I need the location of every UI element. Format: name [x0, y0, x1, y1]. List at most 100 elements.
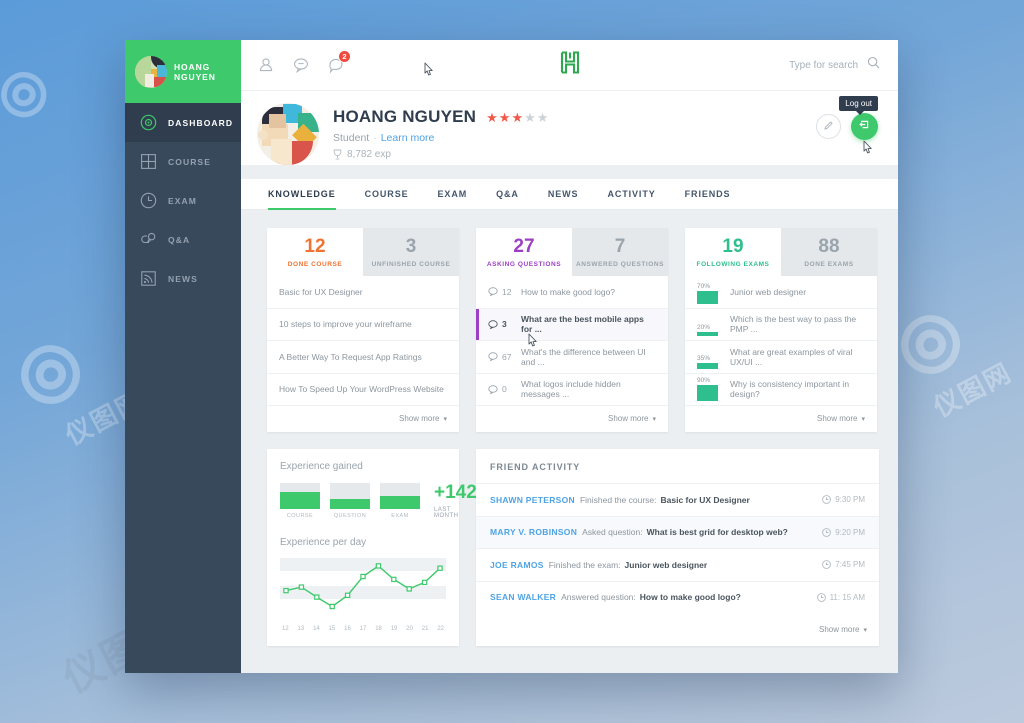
tab-exam[interactable]: EXAM [438, 179, 468, 210]
tab-news[interactable]: NEWS [548, 179, 579, 210]
list-item[interactable]: 12 How to make good logo? [476, 276, 668, 309]
progress-bar [697, 290, 718, 304]
list-item[interactable]: How To Speed Up Your WordPress Website [267, 374, 459, 406]
search-icon[interactable] [867, 56, 880, 74]
sidebar-brand[interactable]: HOANG NGUYEN [125, 40, 241, 103]
tab-activity[interactable]: ACTIVITY [607, 179, 655, 210]
sidebar-item-dashboard[interactable]: DASHBOARD [125, 103, 241, 142]
logout-button[interactable] [851, 113, 878, 140]
friend-activity-show-more-button[interactable]: Show more ▾ [476, 613, 879, 646]
list-item[interactable]: Basic for UX Designer [267, 276, 459, 309]
tab-following-exams[interactable]: 19 FOLLOWING EXAMS [685, 228, 781, 276]
separator: · [373, 132, 377, 144]
table-row[interactable]: MARY V. ROBINSON Asked question: What is… [424, 62, 879, 548]
experience-line-chart: 12 13 14 15 16 17 18 19 20 21 22 [280, 556, 446, 632]
list-item[interactable]: 10 steps to improve your wireframe [267, 309, 459, 341]
show-more-label: Show more [817, 414, 858, 423]
chat-bubbles-icon [140, 231, 157, 248]
question-title: How to make good logo? [521, 286, 616, 297]
list-item[interactable]: A Better Way To Request App Ratings [267, 341, 459, 374]
edit-profile-button[interactable] [816, 114, 841, 139]
question-show-more-button[interactable]: Show more ▾ [476, 406, 668, 432]
sidebar-item-label: NEWS [168, 273, 198, 284]
sidebar-item-news[interactable]: NEWS [125, 259, 241, 298]
list-item[interactable]: 70% Junior web designer [685, 276, 877, 309]
sidebar: HOANG NGUYEN DASHBOARD COURSE EXAM Q&A N… [125, 40, 241, 673]
activity-object: What is best grid for desktop web? [646, 527, 788, 538]
list-item[interactable]: 0 What logos include hidden messages ... [476, 374, 668, 406]
chevron-down-icon: ▾ [652, 416, 656, 423]
dashboard-icon [140, 114, 157, 131]
activity-user[interactable]: JOE RAMOS [490, 560, 544, 570]
tab-unfinished-course[interactable]: 3 UNFINISHED COURSE [363, 228, 459, 276]
tab-asking-questions[interactable]: 27 ASKING QUESTIONS [476, 228, 572, 276]
question-count: 0 [488, 384, 521, 395]
clock-icon [822, 495, 832, 505]
bar-label: QUESTION [333, 513, 367, 519]
course-show-more-button[interactable]: Show more ▾ [267, 406, 459, 432]
chevron-down-icon: ▾ [861, 416, 865, 423]
question-card: 27 ASKING QUESTIONS 7 ANSWERED QUESTIONS [476, 228, 668, 432]
search-box[interactable] [738, 56, 880, 74]
activity-time: 9:30 PM [822, 495, 865, 504]
sidebar-item-course[interactable]: COURSE [125, 142, 241, 181]
rating-stars[interactable]: ★ ★ ★ ★ ★ [486, 111, 548, 124]
exam-list: 70% Junior web designer 20% Which is the… [685, 276, 877, 406]
list-item[interactable]: 3 What are the best mobile apps for ... [476, 308, 668, 346]
exam-progress: 35% [697, 341, 730, 373]
tab-knowledge[interactable]: KNOWLEDGE [268, 179, 336, 210]
trophy-icon [333, 149, 342, 160]
activity-user[interactable]: SHAWN PETERSON [490, 495, 575, 505]
course-title: A Better Way To Request App Ratings [279, 351, 422, 362]
learn-more-link[interactable]: Learn more [381, 132, 435, 144]
activity-object: How to make good logo? [639, 592, 741, 603]
course-title: Basic for UX Designer [279, 286, 363, 297]
progress-bar [697, 362, 718, 369]
profile-actions: Log out [816, 96, 878, 154]
sidebar-item-qa[interactable]: Q&A [125, 220, 241, 259]
activity-object: Basic for UX Designer [660, 494, 750, 505]
list-item[interactable]: 20% Which is the best way to pass the PM… [685, 309, 877, 341]
question-title: What logos include hidden messages ... [521, 379, 621, 400]
activity-action: Asked question: [582, 527, 643, 538]
tab-course[interactable]: COURSE [365, 179, 409, 210]
tab-friends[interactable]: FRIENDS [685, 179, 731, 210]
tab-done-course[interactable]: 12 DONE COURSE [267, 228, 363, 276]
course-list: Basic for UX Designer 10 steps to improv… [267, 276, 459, 406]
activity-action: Finished the course: [579, 494, 657, 505]
list-item[interactable]: 35% What are great examples of viral UX/… [685, 341, 877, 374]
bar-track [330, 483, 370, 509]
profile-role: Student [333, 132, 370, 144]
tab-answered-questions[interactable]: 7 ANSWERED QUESTIONS [572, 228, 668, 276]
answered-questions-count: 7 [614, 236, 626, 257]
table-row[interactable]: JOE RAMOS Finished the exam: Junior web … [476, 548, 879, 581]
x-tick: 16 [344, 626, 351, 632]
message-icon[interactable] [292, 56, 310, 74]
search-input[interactable] [738, 59, 858, 71]
tab-done-exams[interactable]: 88 DONE EXAMS [781, 228, 877, 276]
list-item[interactable]: 90% Why is consistency important in desi… [685, 374, 877, 406]
activity-action: Finished the exam: [548, 559, 621, 570]
table-row[interactable]: SEAN WALKER Answered question: How to ma… [476, 580, 879, 614]
course-card: 12 DONE COURSE 3 UNFINISHED COURSE Basic… [267, 228, 459, 432]
activity-action: Answered question: [561, 592, 636, 603]
sidebar-item-exam[interactable]: EXAM [125, 181, 241, 220]
activity-user[interactable]: SEAN WALKER [490, 592, 556, 602]
following-exams-count: 19 [722, 236, 744, 257]
question-count-value: 3 [502, 319, 507, 330]
tab-qa[interactable]: Q&A [496, 179, 519, 210]
table-row[interactable]: SHAWN PETERSON Finished the course: Basi… [476, 483, 879, 516]
notification-badge: 2 [338, 50, 351, 63]
show-more-label: Show more [819, 625, 860, 634]
experience-bar-course: COURSE [280, 483, 320, 519]
sidebar-nav: DASHBOARD COURSE EXAM Q&A NEWS [125, 103, 241, 298]
user-icon[interactable] [257, 56, 275, 74]
activity-user[interactable]: MARY V. ROBINSON [490, 527, 577, 537]
bar-fill [280, 492, 320, 509]
experience-bar-exam: EXAM [380, 483, 420, 519]
list-item[interactable]: 67 What's the difference between UI and … [476, 341, 668, 374]
notification-icon[interactable]: 2 [327, 50, 351, 74]
question-count-value: 12 [502, 286, 512, 297]
exam-show-more-button[interactable]: Show more ▾ [685, 406, 877, 432]
experience-bars: COURSE QUESTION EXAM +142 LAST MONTH [280, 483, 477, 519]
